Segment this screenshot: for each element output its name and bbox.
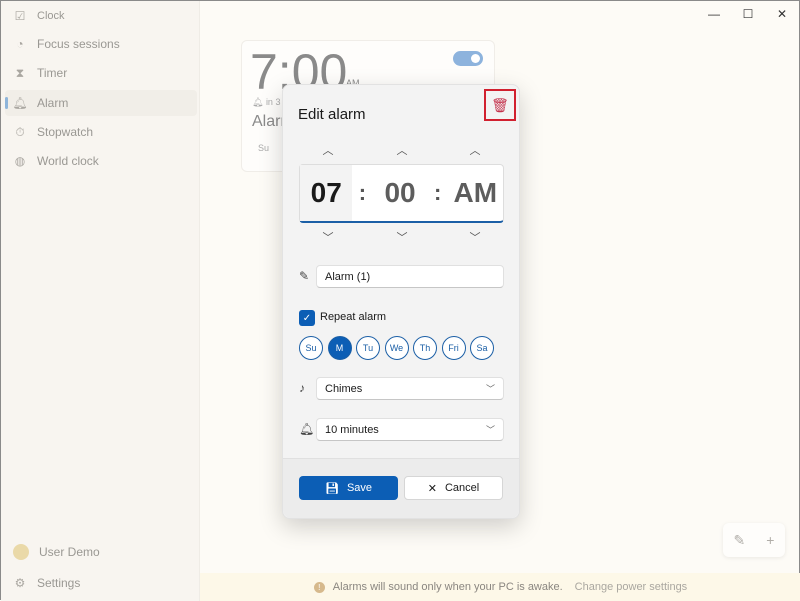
add-alarm-button[interactable]: + — [766, 532, 774, 548]
user-account[interactable]: User Demo — [5, 539, 197, 565]
sidebar-item-stopwatch[interactable]: ⏱ Stopwatch — [5, 119, 197, 145]
day-wednesday[interactable]: We — [384, 336, 409, 360]
gear-icon: ⚙ — [14, 576, 26, 590]
app-title: ☑ Clock — [14, 9, 65, 23]
dialog-title: Edit alarm — [298, 106, 366, 123]
alarm-remaining: 🔔︎ in 3 — [252, 97, 281, 107]
sidebar-item-focus-sessions[interactable]: ◔ Focus sessions — [5, 31, 197, 57]
stopwatch-icon: ⏱ — [15, 124, 25, 139]
day-tuesday[interactable]: Tu — [356, 336, 380, 360]
sidebar-item-timer[interactable]: ⧗ Timer — [5, 60, 197, 86]
bell-icon: 🔔︎ — [252, 97, 266, 107]
repeat-alarm-label: Repeat alarm — [320, 311, 387, 323]
chevron-down-icon: ﹀ — [485, 425, 495, 435]
separator: : — [433, 180, 442, 205]
change-power-settings-link[interactable]: Change power settings — [575, 581, 688, 593]
clock-window: ☑ Clock ◔ Focus sessions ⧗ Timer 🔔︎ Alarm ⏱ S… — [0, 0, 800, 601]
alarm-day: Su — [258, 143, 270, 153]
delete-alarm-button[interactable]: 🗑︎ — [484, 89, 516, 121]
hour-spinner[interactable]: 07 — [300, 165, 353, 221]
alarm-name: Alarr — [252, 113, 286, 130]
edit-alarms-button[interactable]: ✎ — [734, 532, 746, 549]
sidebar-item-settings[interactable]: ⚙ Settings — [5, 570, 197, 596]
day-saturday[interactable]: Sa — [470, 336, 494, 360]
day-sunday[interactable]: Su — [299, 336, 323, 360]
minimize-button[interactable]: — — [697, 1, 731, 27]
edit-icon: ✎ — [299, 269, 310, 283]
sidebar: ☑ Clock ◔ Focus sessions ⧗ Timer 🔔︎ Alarm ⏱ S… — [1, 1, 200, 601]
repeat-alarm-checkbox[interactable]: ✓ — [299, 310, 315, 326]
hourglass-icon: ⧗ — [15, 65, 25, 80]
close-icon: ✕ — [427, 482, 437, 495]
day-thursday[interactable]: Th — [413, 336, 437, 360]
info-bar: ! Alarms will sound only when your PC is… — [200, 573, 800, 601]
snooze-icon: 🔔︎ — [299, 422, 315, 436]
period-up-button[interactable]: ︿ — [465, 142, 485, 158]
separator: : — [358, 180, 367, 205]
alarm-actions: ✎ + — [723, 523, 785, 557]
alarm-sound-dropdown[interactable]: Chimes ﹀ — [316, 377, 504, 400]
minute-spinner[interactable]: 00 — [372, 177, 427, 209]
minute-down-button[interactable]: ﹀ — [392, 229, 412, 245]
day-friday[interactable]: Fri — [441, 336, 466, 360]
focus-icon: ◔ — [16, 37, 24, 51]
day-monday[interactable]: M — [327, 336, 352, 360]
save-button[interactable]: 💾︎ Save — [299, 476, 398, 500]
maximize-button[interactable]: ☐ — [731, 1, 765, 27]
music-note-icon: ♪ — [299, 381, 305, 395]
clock-app-icon: ☑ — [14, 9, 26, 23]
dialog-footer: 💾︎ Save ✕ Cancel — [283, 458, 519, 518]
alarm-name-input[interactable]: Alarm (1) — [316, 265, 504, 288]
alarm-toggle[interactable] — [453, 51, 483, 66]
period-spinner[interactable]: AM — [448, 177, 503, 209]
sidebar-item-world-clock[interactable]: ◍ World clock — [5, 148, 197, 174]
close-button[interactable]: ✕ — [765, 1, 799, 27]
info-message: Alarms will sound only when your PC is a… — [332, 581, 563, 593]
chevron-down-icon: ﹀ — [485, 384, 495, 394]
edit-alarm-dialog: Edit alarm 🗑︎ ︿ ︿ ︿ 07 : 00 : AM ﹀ ﹀ ﹀ ✎… — [282, 84, 520, 519]
save-icon: 💾︎ — [324, 482, 339, 495]
avatar — [13, 544, 29, 560]
window-controls: — ☐ ✕ — [697, 1, 799, 27]
repeat-days: Su M Tu We Th Fri Sa — [299, 336, 494, 360]
minute-up-button[interactable]: ︿ — [392, 142, 412, 158]
cancel-button[interactable]: ✕ Cancel — [404, 476, 503, 500]
sidebar-item-alarm[interactable]: 🔔︎ Alarm — [5, 90, 197, 116]
bell-icon: 🔔︎ — [12, 96, 28, 110]
time-picker: 07 : 00 : AM — [299, 164, 504, 223]
snooze-time-dropdown[interactable]: 10 minutes ﹀ — [316, 418, 504, 441]
period-down-button[interactable]: ﹀ — [465, 229, 485, 245]
hour-down-button[interactable]: ﹀ — [318, 229, 338, 245]
hour-up-button[interactable]: ︿ — [318, 142, 338, 158]
trash-icon: 🗑︎ — [491, 96, 509, 113]
globe-icon: ◍ — [14, 154, 26, 168]
info-icon: ! — [313, 581, 325, 593]
